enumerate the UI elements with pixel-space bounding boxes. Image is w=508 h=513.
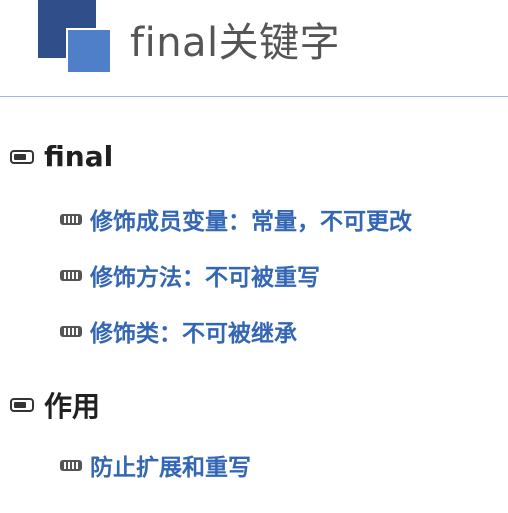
list-item: 防止扩展和重写: [60, 448, 251, 482]
section-heading-label: final: [44, 140, 114, 173]
list-item-label: 修饰成员变量：常量，不可更改: [90, 209, 412, 235]
striped-bullet-icon: [60, 459, 82, 471]
section-heading-label: 作用: [44, 390, 101, 423]
striped-bullet-icon: [60, 213, 82, 225]
section-heading-usage: 作用: [10, 385, 100, 425]
box-bullet-icon: [10, 398, 34, 412]
list-item: 修饰方法：不可被重写: [60, 258, 320, 292]
decorative-square-light: [66, 28, 110, 72]
list-item: 修饰成员变量：常量，不可更改: [60, 202, 412, 236]
slide: final关键字 final 修饰成员变量：常量，不可更改 修饰方法：不可被重写…: [0, 0, 508, 513]
striped-bullet-icon: [60, 269, 82, 281]
striped-bullet-icon: [60, 325, 82, 337]
slide-title: final关键字: [130, 20, 341, 66]
list-item-label: 防止扩展和重写: [90, 455, 251, 481]
section-heading-final: final: [10, 140, 113, 173]
title-divider: [0, 96, 508, 97]
box-bullet-icon: [10, 149, 34, 164]
list-item-label: 修饰方法：不可被重写: [90, 265, 320, 291]
list-item-label: 修饰类：不可被继承: [90, 321, 297, 347]
list-item: 修饰类：不可被继承: [60, 314, 297, 348]
